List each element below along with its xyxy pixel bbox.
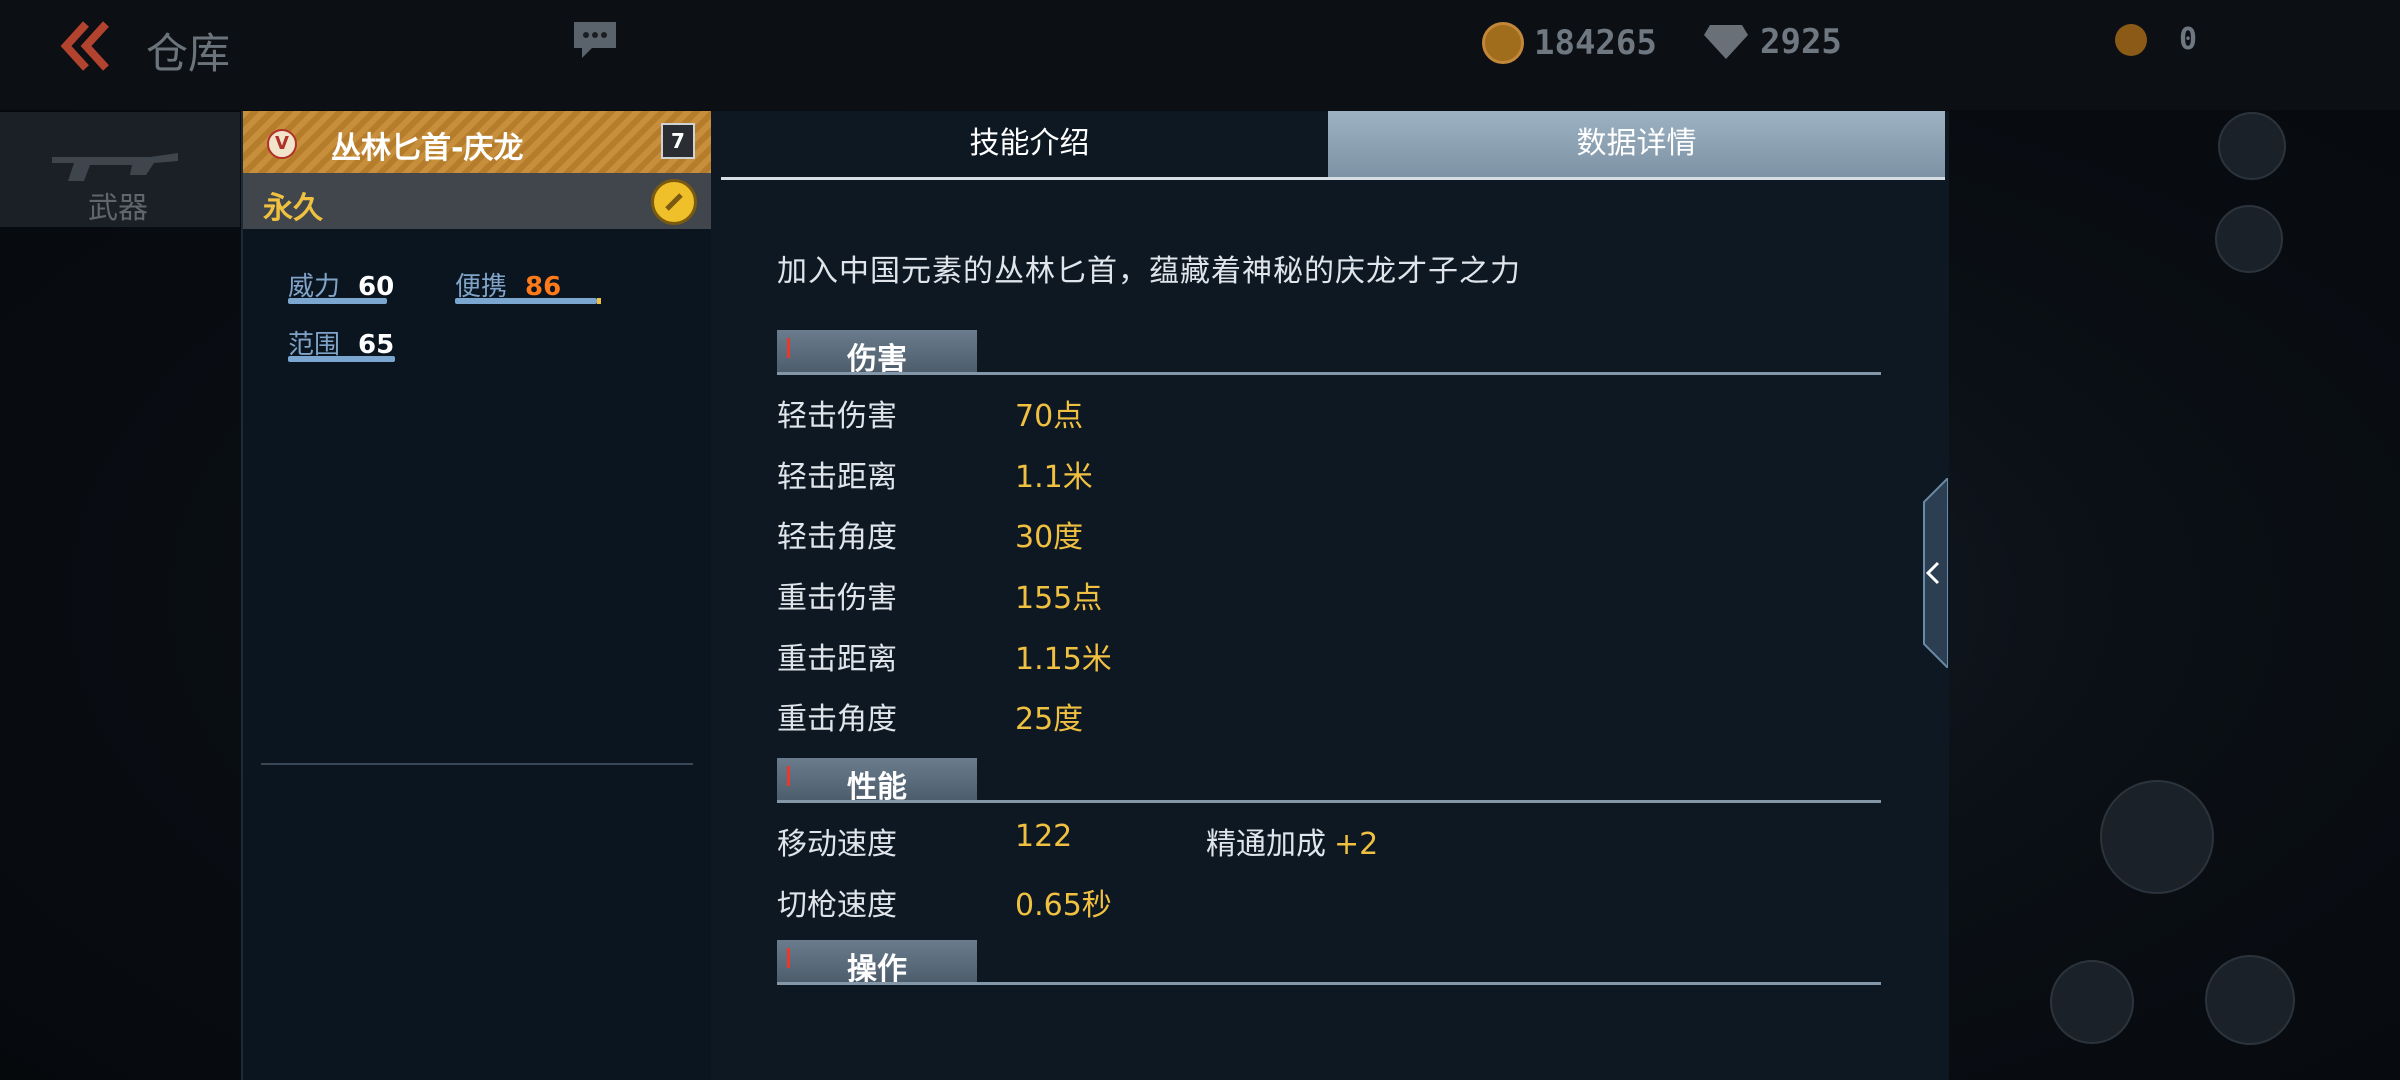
attack-button[interactable] [2100, 780, 2214, 894]
diamond-amount: 2925 [1760, 22, 1842, 62]
light-damage-value: 70点 [1015, 399, 1084, 434]
scope-button[interactable] [2205, 955, 2295, 1045]
details-panel: 技能介绍 数据详情 加入中国元素的丛林匕首，蕴藏着神秘的庆龙才子之力 伤害 轻击… [711, 111, 1949, 1080]
sidebar-item-label: 武器 [88, 191, 148, 226]
permanent-badge-icon [651, 179, 697, 225]
stat-bar-tip [597, 298, 601, 304]
move-speed-value: 122 [1015, 819, 1073, 854]
collapse-panel-button[interactable] [1918, 478, 1948, 668]
section-mark [787, 948, 790, 968]
section-line [777, 372, 1881, 375]
switch-speed-value: 0.65秒 [1015, 888, 1112, 923]
weapon-description: 加入中国元素的丛林匕首，蕴藏着神秘的庆龙才子之力 [777, 254, 1521, 289]
section-performance-header: 性能 [777, 758, 1881, 805]
tab-skill-intro[interactable]: 技能介绍 [721, 111, 1338, 180]
back-button[interactable] [56, 18, 116, 74]
gold-amount: 184265 [1534, 23, 1657, 63]
heavy-range-value: 1.15米 [1015, 642, 1112, 677]
stat-bar-range [288, 356, 395, 362]
weapon-name-bar: V 丛林匕首-庆龙 7 [243, 111, 711, 174]
light-range-value: 1.1米 [1015, 460, 1093, 495]
stat-bar-power [288, 298, 387, 304]
page-title: 仓库 [146, 29, 231, 78]
switch-speed-label: 切枪速度 [777, 888, 897, 923]
heavy-damage-label: 重击伤害 [777, 581, 897, 616]
section-line [777, 800, 1881, 803]
gold-coin-icon [1482, 22, 1524, 64]
heavy-range-label: 重击距离 [777, 642, 897, 677]
gold-currency[interactable]: 184265 [1482, 22, 1657, 64]
mastery-bonus-value: +2 [1334, 827, 1379, 862]
light-angle-value: 30度 [1015, 520, 1084, 555]
swap-button[interactable] [2050, 960, 2134, 1044]
settings-button[interactable] [2218, 112, 2286, 180]
section-damage-header: 伤害 [777, 330, 1881, 377]
move-speed-label: 移动速度 [777, 827, 897, 862]
weapon-name: 丛林匕首-庆龙 [331, 131, 524, 166]
diamond-currency[interactable]: 2925 [1702, 22, 1842, 62]
level-badge: 7 [661, 123, 695, 159]
section-line [777, 982, 1881, 985]
divider [261, 763, 693, 765]
tab-data-details[interactable]: 数据详情 [1328, 111, 1945, 180]
stat-bar-portability [455, 298, 601, 304]
section-operation-header: 操作 [777, 940, 1881, 987]
perspective-button[interactable] [2215, 205, 2283, 273]
light-angle-label: 轻击角度 [777, 520, 897, 555]
duration-bar: 永久 [243, 173, 711, 229]
mastery-bonus-label: 精通加成 [1206, 827, 1326, 862]
light-range-label: 轻击距离 [777, 460, 897, 495]
section-mark [787, 766, 790, 786]
weapon-info-panel: V 丛林匕首-庆龙 7 永久 威力 60 便携 86 范围 65 [241, 111, 713, 1080]
section-mark [787, 338, 790, 358]
token-amount: 0 [2179, 22, 2198, 57]
heavy-angle-value: 25度 [1015, 702, 1084, 737]
duration-label: 永久 [263, 191, 323, 226]
heavy-angle-label: 重击角度 [777, 702, 897, 737]
rank-badge: V [267, 129, 297, 159]
chat-bubble-icon[interactable] [570, 18, 620, 62]
heavy-damage-value: 155点 [1015, 581, 1103, 616]
top-bar [0, 0, 2400, 110]
token-coin-icon [2115, 23, 2147, 56]
rifle-icon [52, 153, 178, 181]
light-damage-label: 轻击伤害 [777, 399, 897, 434]
token-currency[interactable]: 0 [2115, 22, 2197, 57]
diamond-icon [1704, 25, 1748, 59]
mastery-bonus: 精通加成 +2 [1206, 819, 1378, 863]
